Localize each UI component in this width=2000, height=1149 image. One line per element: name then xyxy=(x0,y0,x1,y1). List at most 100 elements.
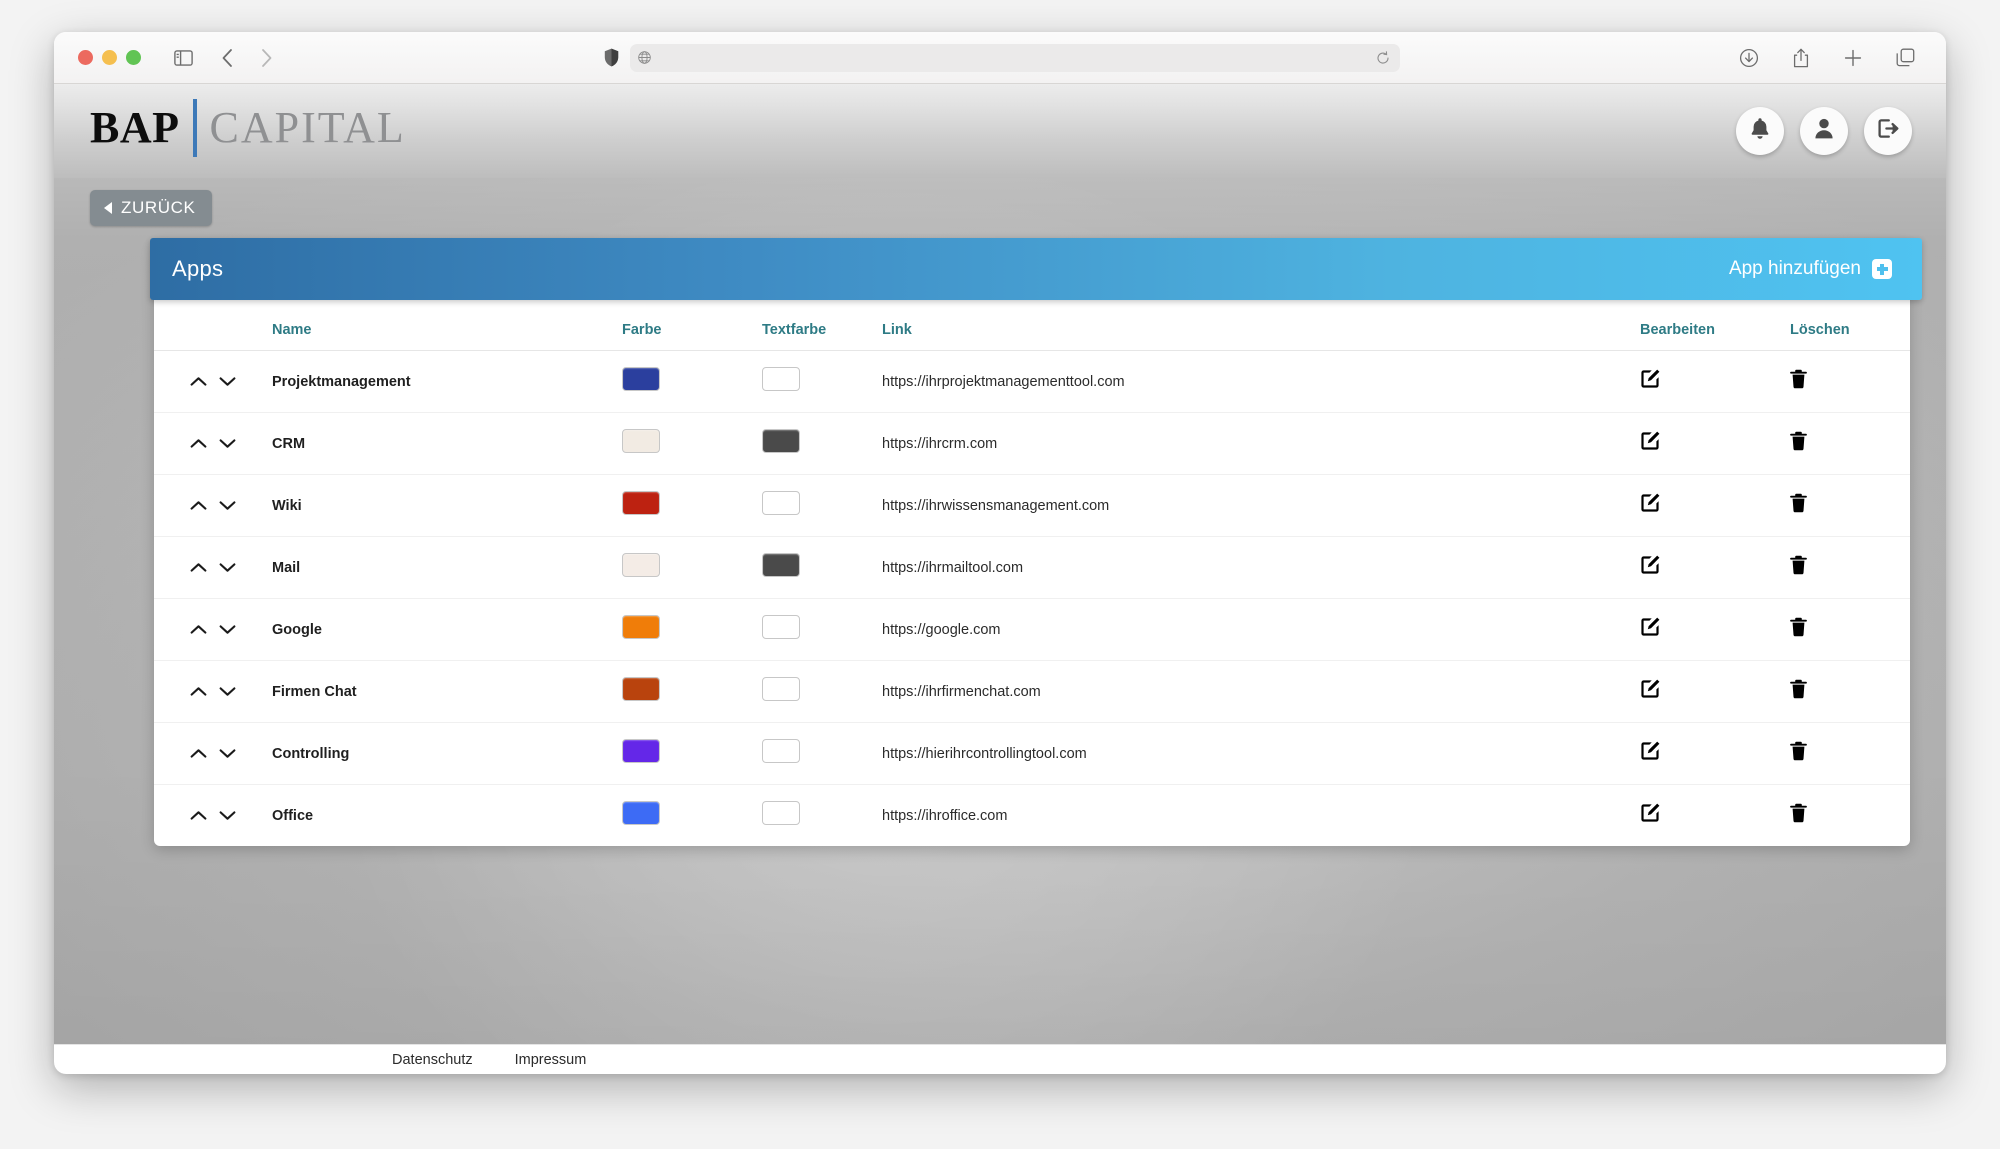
move-up-button[interactable] xyxy=(190,810,207,821)
reload-icon[interactable] xyxy=(1376,50,1392,65)
trash-icon[interactable] xyxy=(1790,369,1807,389)
textcolor-swatch[interactable] xyxy=(762,367,800,391)
color-swatch[interactable] xyxy=(622,801,660,825)
color-swatch[interactable] xyxy=(622,615,660,639)
back-button[interactable]: ZURÜCK xyxy=(90,190,213,226)
back-arrow-icon[interactable] xyxy=(212,43,242,73)
privacy-shield-icon[interactable] xyxy=(600,47,622,69)
row-sort-cell xyxy=(154,660,272,723)
app-link[interactable]: https://ihroffice.com xyxy=(882,785,1640,847)
move-down-button[interactable] xyxy=(219,438,236,449)
move-down-button[interactable] xyxy=(219,748,236,759)
app-link[interactable]: https://ihrprojektmanagementtool.com xyxy=(882,350,1640,413)
app-link[interactable]: https://ihrcrm.com xyxy=(882,412,1640,475)
url-input[interactable] xyxy=(630,43,1400,72)
move-down-button[interactable] xyxy=(219,562,236,573)
back-navigation-row: ZURÜCK xyxy=(54,178,1946,226)
page-title: Apps xyxy=(172,256,224,281)
edit-pencil-icon[interactable] xyxy=(1640,431,1660,451)
row-sort-cell xyxy=(154,598,272,661)
app-link[interactable]: https://ihrmailtool.com xyxy=(882,536,1640,599)
row-sort-cell xyxy=(154,412,272,475)
trash-icon[interactable] xyxy=(1790,493,1807,513)
app-link[interactable]: https://ihrwissensmanagement.com xyxy=(882,474,1640,537)
row-sort-cell xyxy=(154,536,272,599)
color-swatch[interactable] xyxy=(622,677,660,701)
user-icon xyxy=(1813,117,1835,145)
row-sort-cell xyxy=(154,785,272,847)
move-up-button[interactable] xyxy=(190,686,207,697)
logout-button[interactable] xyxy=(1864,107,1912,155)
move-up-button[interactable] xyxy=(190,562,207,573)
edit-pencil-icon[interactable] xyxy=(1640,679,1660,699)
color-swatch[interactable] xyxy=(622,429,660,453)
move-up-button[interactable] xyxy=(190,376,207,387)
page-footer: Datenschutz Impressum xyxy=(54,1044,1946,1074)
app-name: Mail xyxy=(272,536,622,599)
maximize-window-button[interactable] xyxy=(126,50,141,65)
trash-icon[interactable] xyxy=(1790,431,1807,451)
site-logo[interactable]: BAP CAPITAL xyxy=(90,99,406,160)
notifications-button[interactable] xyxy=(1736,107,1784,155)
app-link[interactable]: https://google.com xyxy=(882,598,1640,661)
trash-icon[interactable] xyxy=(1790,741,1807,761)
move-down-button[interactable] xyxy=(219,376,236,387)
column-header-farbe: Farbe xyxy=(622,304,762,351)
trash-icon[interactable] xyxy=(1790,555,1807,575)
share-icon[interactable] xyxy=(1786,43,1816,73)
app-textcolor-cell xyxy=(762,598,882,661)
move-down-button[interactable] xyxy=(219,500,236,511)
move-up-button[interactable] xyxy=(190,624,207,635)
minimize-window-button[interactable] xyxy=(102,50,117,65)
window-traffic-lights xyxy=(78,50,141,65)
color-swatch[interactable] xyxy=(622,367,660,391)
color-swatch[interactable] xyxy=(622,553,660,577)
footer-link-impressum[interactable]: Impressum xyxy=(515,1052,587,1068)
edit-pencil-icon[interactable] xyxy=(1640,617,1660,637)
app-edit-cell xyxy=(1640,536,1790,599)
edit-pencil-icon[interactable] xyxy=(1640,741,1660,761)
edit-pencil-icon[interactable] xyxy=(1640,555,1660,575)
app-link[interactable]: https://ihrfirmenchat.com xyxy=(882,660,1640,723)
profile-button[interactable] xyxy=(1800,107,1848,155)
color-swatch[interactable] xyxy=(622,739,660,763)
trash-icon[interactable] xyxy=(1790,803,1807,823)
move-down-button[interactable] xyxy=(219,810,236,821)
footer-link-datenschutz[interactable]: Datenschutz xyxy=(392,1052,473,1068)
sidebar-toggle-icon[interactable] xyxy=(168,43,198,73)
textcolor-swatch[interactable] xyxy=(762,801,800,825)
move-up-button[interactable] xyxy=(190,500,207,511)
move-down-button[interactable] xyxy=(219,624,236,635)
tab-overview-icon[interactable] xyxy=(1890,43,1920,73)
add-app-button[interactable]: App hinzufügen xyxy=(1729,258,1892,280)
edit-pencil-icon[interactable] xyxy=(1640,803,1660,823)
textcolor-swatch[interactable] xyxy=(762,677,800,701)
color-swatch[interactable] xyxy=(622,491,660,515)
textcolor-swatch[interactable] xyxy=(762,429,800,453)
app-color-cell xyxy=(622,722,762,785)
app-color-cell xyxy=(622,412,762,475)
forward-arrow-icon[interactable] xyxy=(252,43,282,73)
trash-icon[interactable] xyxy=(1790,679,1807,699)
move-down-button[interactable] xyxy=(219,686,236,697)
bell-icon xyxy=(1749,117,1771,145)
textcolor-swatch[interactable] xyxy=(762,615,800,639)
app-delete-cell xyxy=(1790,660,1910,723)
edit-pencil-icon[interactable] xyxy=(1640,369,1660,389)
textcolor-swatch[interactable] xyxy=(762,553,800,577)
move-up-button[interactable] xyxy=(190,438,207,449)
downloads-icon[interactable] xyxy=(1734,43,1764,73)
move-up-button[interactable] xyxy=(190,748,207,759)
textcolor-swatch[interactable] xyxy=(762,491,800,515)
close-window-button[interactable] xyxy=(78,50,93,65)
edit-pencil-icon[interactable] xyxy=(1640,493,1660,513)
app-link[interactable]: https://hierihrcontrollingtool.com xyxy=(882,722,1640,785)
app-name: Projektmanagement xyxy=(272,350,622,413)
app-delete-cell xyxy=(1790,785,1910,847)
textcolor-swatch[interactable] xyxy=(762,739,800,763)
back-triangle-icon xyxy=(104,202,112,214)
new-tab-icon[interactable] xyxy=(1838,43,1868,73)
trash-icon[interactable] xyxy=(1790,617,1807,637)
column-header-loeschen: Löschen xyxy=(1790,304,1910,351)
app-textcolor-cell xyxy=(762,474,882,537)
